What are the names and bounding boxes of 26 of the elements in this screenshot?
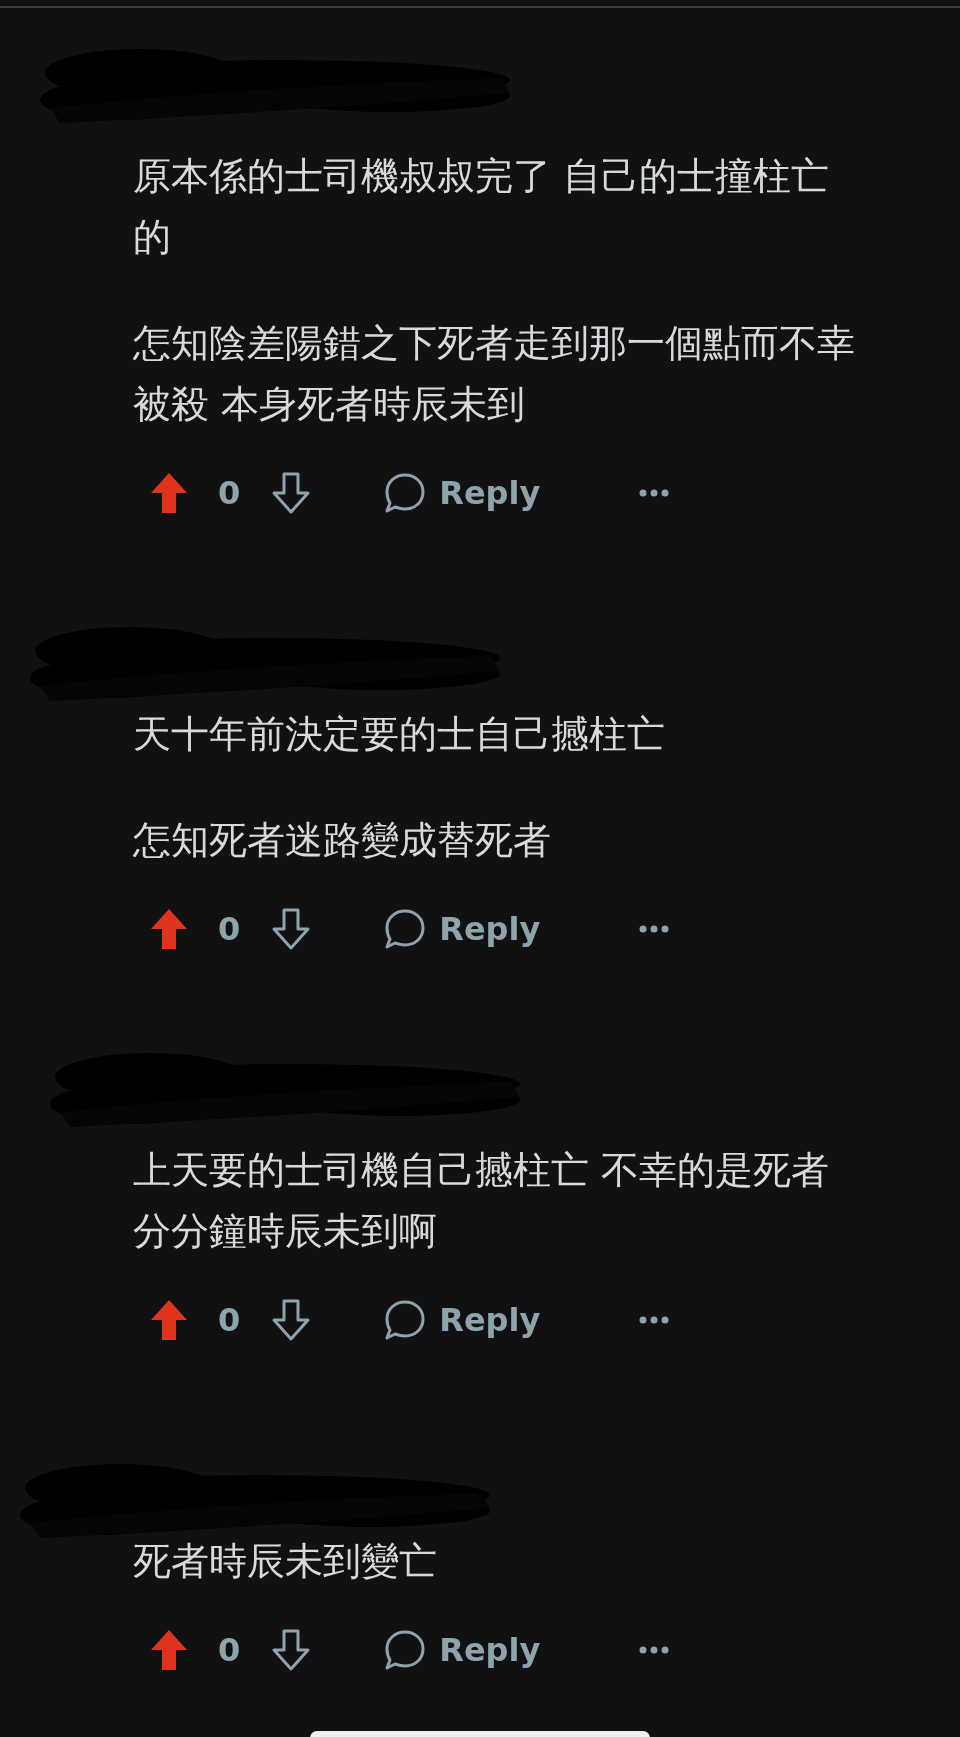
- vote-count: 0: [218, 910, 241, 948]
- downvote-icon[interactable]: [271, 907, 312, 951]
- reply-button[interactable]: Reply: [383, 1298, 541, 1342]
- more-icon[interactable]: [639, 489, 670, 497]
- downvote-icon[interactable]: [271, 1628, 312, 1672]
- upvote-icon[interactable]: [149, 1628, 189, 1672]
- comment-text: 原本係的士司機叔叔完了 自己的士撞柱亡的: [133, 153, 831, 261]
- comment-text: 怎知死者迷路變成替死者: [133, 817, 552, 864]
- more-icon[interactable]: [639, 1316, 670, 1324]
- vote-count: 0: [218, 474, 241, 512]
- downvote-icon[interactable]: [271, 471, 312, 515]
- reply-button[interactable]: Reply: [383, 1628, 541, 1672]
- reply-button[interactable]: Reply: [383, 471, 541, 515]
- comment-text: 怎知陰差陽錯之下死者走到那一個點而不幸被殺 本身死者時辰未到: [133, 320, 856, 428]
- comment-text: 死者時辰未到變亡: [133, 1538, 438, 1585]
- more-icon[interactable]: [639, 1646, 670, 1654]
- more-icon[interactable]: [639, 925, 670, 933]
- vote-count: 0: [218, 1301, 241, 1339]
- comment-text: 上天要的士司機自己撼柱亡 不幸的是死者分分鐘時辰未到啊: [133, 1147, 831, 1255]
- downvote-icon[interactable]: [271, 1298, 312, 1342]
- vote-count: 0: [218, 1631, 241, 1669]
- upvote-icon[interactable]: [149, 907, 189, 951]
- upvote-icon[interactable]: [149, 471, 189, 515]
- comment-text: 天十年前決定要的士自己撼柱亡: [133, 711, 666, 758]
- reply-button[interactable]: Reply: [383, 907, 541, 951]
- upvote-icon[interactable]: [149, 1298, 189, 1342]
